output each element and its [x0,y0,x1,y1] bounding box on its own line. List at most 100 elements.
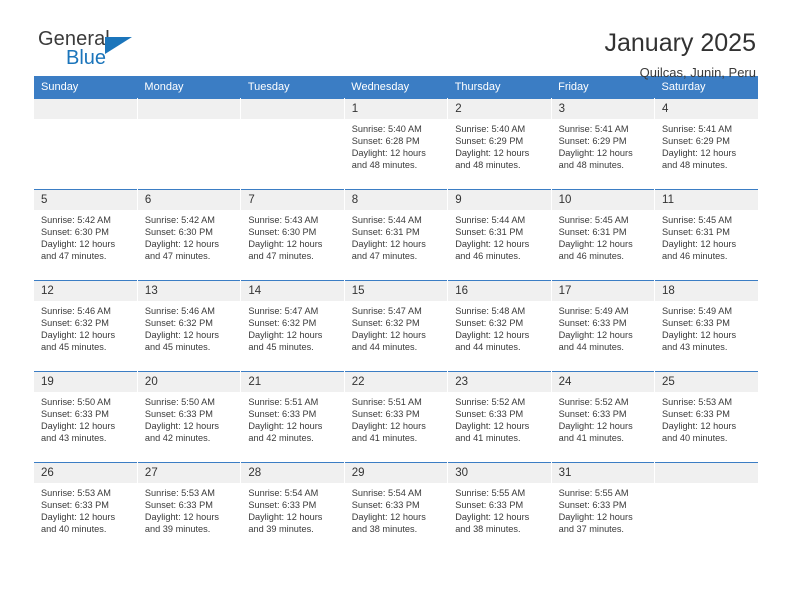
day-number: 28 [241,463,344,483]
day-cell[interactable]: 1 Sunrise: 5:40 AM Sunset: 6:28 PM Dayli… [344,98,449,190]
daylight-text-cont: and 44 minutes. [558,342,624,353]
day-details: Sunrise: 5:45 AM Sunset: 6:31 PM Dayligh… [552,210,654,262]
day-cell[interactable]: 27 Sunrise: 5:53 AM Sunset: 6:33 PM Dayl… [137,462,242,554]
day-details: Sunrise: 5:49 AM Sunset: 6:33 PM Dayligh… [552,301,654,353]
sunset-text: Sunset: 6:31 PM [662,227,730,238]
day-details: Sunrise: 5:44 AM Sunset: 6:31 PM Dayligh… [448,210,550,262]
day-cell[interactable]: 7 Sunrise: 5:43 AM Sunset: 6:30 PM Dayli… [240,189,345,281]
daylight-text: Daylight: 12 hours [248,512,323,523]
day-details: Sunrise: 5:53 AM Sunset: 6:33 PM Dayligh… [655,392,758,444]
day-cell[interactable]: 28 Sunrise: 5:54 AM Sunset: 6:33 PM Dayl… [240,462,345,554]
sunset-text: Sunset: 6:32 PM [248,318,317,329]
sunrise-text: Sunrise: 5:46 AM [41,306,111,316]
sunset-text: Sunset: 6:33 PM [558,318,627,329]
day-cell[interactable]: 11 Sunrise: 5:45 AM Sunset: 6:31 PM Dayl… [654,189,758,281]
week-row: 26 Sunrise: 5:53 AM Sunset: 6:33 PM Dayl… [34,462,758,554]
day-cell[interactable]: 19 Sunrise: 5:50 AM Sunset: 6:33 PM Dayl… [34,371,138,463]
sunrise-text: Sunrise: 5:41 AM [558,124,629,134]
day-cell[interactable]: 31 Sunrise: 5:55 AM Sunset: 6:33 PM Dayl… [551,462,656,554]
day-cell[interactable]: 8 Sunrise: 5:44 AM Sunset: 6:31 PM Dayli… [344,189,449,281]
day-cell[interactable] [240,98,345,190]
sunset-text: Sunset: 6:33 PM [248,409,317,420]
day-number: 20 [137,372,241,392]
daylight-text: Daylight: 12 hours [41,239,116,250]
page-title: January 2025 [604,29,756,57]
day-cell[interactable]: 25 Sunrise: 5:53 AM Sunset: 6:33 PM Dayl… [654,371,758,463]
sunset-text: Sunset: 6:29 PM [662,136,730,147]
sunset-text: Sunset: 6:33 PM [662,409,730,420]
day-details: Sunrise: 5:42 AM Sunset: 6:30 PM Dayligh… [34,210,137,262]
sunrise-text: Sunrise: 5:47 AM [351,306,422,316]
day-cell[interactable]: 30 Sunrise: 5:55 AM Sunset: 6:33 PM Dayl… [447,462,552,554]
day-cell[interactable]: 16 Sunrise: 5:48 AM Sunset: 6:32 PM Dayl… [447,280,552,372]
day-cell[interactable]: 26 Sunrise: 5:53 AM Sunset: 6:33 PM Dayl… [34,462,138,554]
daylight-text-cont: and 47 minutes. [144,251,211,262]
day-cell[interactable]: 24 Sunrise: 5:52 AM Sunset: 6:33 PM Dayl… [551,371,656,463]
day-details: Sunrise: 5:40 AM Sunset: 6:28 PM Dayligh… [345,119,447,171]
sunset-text: Sunset: 6:29 PM [558,136,627,147]
day-cell[interactable]: 13 Sunrise: 5:46 AM Sunset: 6:32 PM Dayl… [137,280,242,372]
day-number: 31 [551,463,655,483]
daylight-text-cont: and 46 minutes. [455,251,521,262]
daylight-text: Daylight: 12 hours [455,148,530,159]
sunset-text: Sunset: 6:33 PM [662,318,730,329]
daylight-text: Daylight: 12 hours [41,330,116,341]
day-cell[interactable]: 18 Sunrise: 5:49 AM Sunset: 6:33 PM Dayl… [654,280,758,372]
day-cell[interactable]: 2 Sunrise: 5:40 AM Sunset: 6:29 PM Dayli… [447,98,552,190]
day-cell[interactable]: 4 Sunrise: 5:41 AM Sunset: 6:29 PM Dayli… [654,98,758,190]
sunset-text: Sunset: 6:31 PM [558,227,627,238]
day-number: 5 [34,190,137,210]
day-cell[interactable]: 14 Sunrise: 5:47 AM Sunset: 6:32 PM Dayl… [240,280,345,372]
week-row: 5 Sunrise: 5:42 AM Sunset: 6:30 PM Dayli… [34,189,758,281]
sunset-text: Sunset: 6:32 PM [455,318,524,329]
day-cell[interactable] [654,462,758,554]
day-cell[interactable]: 29 Sunrise: 5:54 AM Sunset: 6:33 PM Dayl… [344,462,449,554]
daylight-text: Daylight: 12 hours [455,512,530,523]
week-row: 1 Sunrise: 5:40 AM Sunset: 6:28 PM Dayli… [34,98,758,190]
day-cell[interactable]: 20 Sunrise: 5:50 AM Sunset: 6:33 PM Dayl… [137,371,242,463]
sunrise-sunset-calendar: Sunday Monday Tuesday Wednesday Thursday… [34,76,758,554]
day-cell[interactable] [34,98,138,190]
day-cell[interactable]: 22 Sunrise: 5:51 AM Sunset: 6:33 PM Dayl… [344,371,449,463]
day-cell[interactable]: 23 Sunrise: 5:52 AM Sunset: 6:33 PM Dayl… [447,371,552,463]
day-cell[interactable]: 21 Sunrise: 5:51 AM Sunset: 6:33 PM Dayl… [240,371,345,463]
day-cell[interactable] [137,98,242,190]
day-number: 23 [448,372,551,392]
day-cell[interactable]: 15 Sunrise: 5:47 AM Sunset: 6:32 PM Dayl… [344,280,449,372]
day-cell[interactable]: 10 Sunrise: 5:45 AM Sunset: 6:31 PM Dayl… [551,189,656,281]
sunset-text: Sunset: 6:33 PM [558,500,627,511]
brand-logo[interactable]: General Blue [34,28,158,76]
daylight-text-cont: and 39 minutes. [248,524,314,535]
day-number [34,99,137,119]
day-number: 8 [344,190,448,210]
day-number: 21 [241,372,344,392]
sunset-text: Sunset: 6:31 PM [455,227,524,238]
sunrise-text: Sunrise: 5:54 AM [248,488,319,498]
day-cell[interactable]: 9 Sunrise: 5:44 AM Sunset: 6:31 PM Dayli… [447,189,552,281]
day-number: 18 [655,281,758,301]
day-number: 27 [137,463,241,483]
day-number: 30 [448,463,551,483]
daylight-text-cont: and 40 minutes. [41,524,107,535]
day-cell[interactable]: 12 Sunrise: 5:46 AM Sunset: 6:32 PM Dayl… [34,280,138,372]
daylight-text-cont: and 43 minutes. [41,433,107,444]
weekday-header-tuesday: Tuesday [240,76,345,99]
day-number: 15 [344,281,448,301]
daylight-text-cont: and 42 minutes. [248,433,314,444]
day-cell[interactable]: 5 Sunrise: 5:42 AM Sunset: 6:30 PM Dayli… [34,189,138,281]
day-cell[interactable]: 17 Sunrise: 5:49 AM Sunset: 6:33 PM Dayl… [551,280,656,372]
sunset-text: Sunset: 6:30 PM [144,227,213,238]
weekday-header-thursday: Thursday [447,76,552,99]
daylight-text: Daylight: 12 hours [558,421,633,432]
sunrise-text: Sunrise: 5:44 AM [351,215,422,225]
sunset-text: Sunset: 6:33 PM [351,409,420,420]
sunrise-text: Sunrise: 5:55 AM [455,488,526,498]
day-number: 10 [551,190,655,210]
sunrise-text: Sunrise: 5:51 AM [351,397,422,407]
sunrise-text: Sunrise: 5:53 AM [144,488,215,498]
day-cell[interactable]: 3 Sunrise: 5:41 AM Sunset: 6:29 PM Dayli… [551,98,656,190]
day-cell[interactable]: 6 Sunrise: 5:42 AM Sunset: 6:30 PM Dayli… [137,189,242,281]
daylight-text-cont: and 46 minutes. [558,251,624,262]
sunset-text: Sunset: 6:33 PM [41,409,109,420]
day-details: Sunrise: 5:46 AM Sunset: 6:32 PM Dayligh… [138,301,240,353]
